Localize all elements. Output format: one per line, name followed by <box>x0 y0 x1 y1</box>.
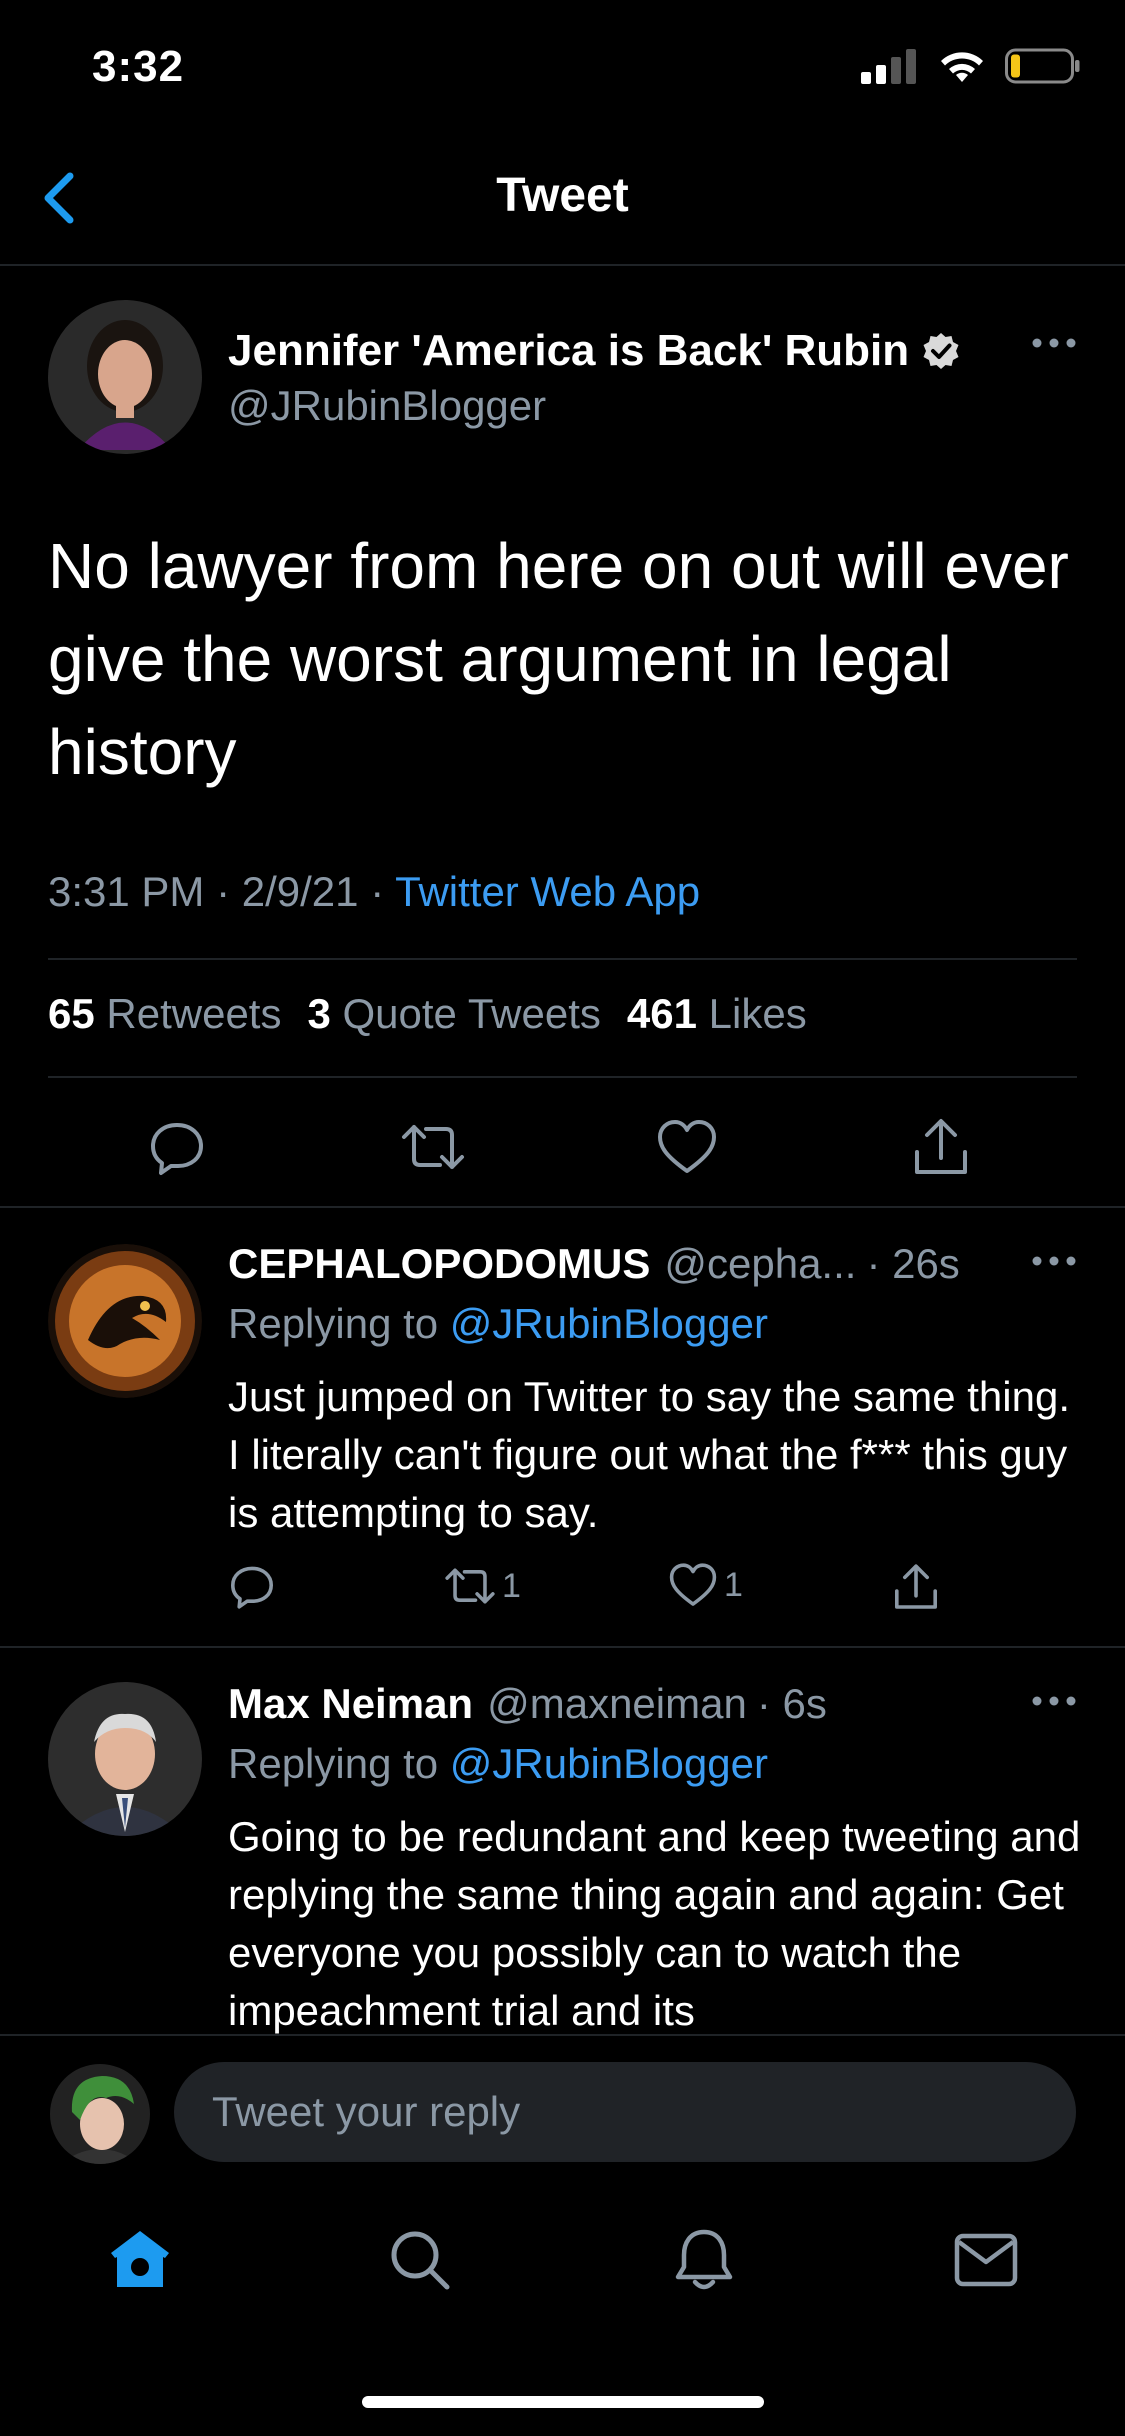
more-icon <box>1032 338 1076 348</box>
author-handle[interactable]: @JRubinBlogger <box>228 382 546 430</box>
reply-icon <box>231 1566 273 1609</box>
status-icons <box>861 48 1081 84</box>
wifi-icon <box>941 52 983 82</box>
actions-divider <box>0 1206 1125 1208</box>
tweet-actions <box>0 1112 1125 1182</box>
reply-handle[interactable]: @maxneiman <box>487 1680 747 1728</box>
reply-like-button[interactable]: 1 <box>668 1562 743 1608</box>
stats-divider <box>48 1076 1077 1078</box>
author-name[interactable]: Jennifer 'America is Back' Rubin <box>228 326 961 376</box>
replying-prefix: Replying to <box>228 1740 450 1787</box>
retweets-stat[interactable]: 65 Retweets <box>48 990 281 1037</box>
quote-tweets-stat[interactable]: 3 Quote Tweets <box>307 990 600 1037</box>
reply-text: Going to be redundant and keep tweeting … <box>228 1813 1081 2034</box>
like-icon <box>669 1563 717 1606</box>
likes-stat[interactable]: 461 Likes <box>627 990 807 1037</box>
share-icon <box>895 1564 937 1609</box>
reply-handle[interactable]: @cepha... <box>664 1240 856 1288</box>
reply-divider <box>0 1646 1125 1648</box>
meta-divider <box>48 958 1077 960</box>
likes-count: 461 <box>626 990 697 1037</box>
replying-to-link[interactable]: @JRubinBlogger <box>450 1740 768 1787</box>
tab-notifications[interactable] <box>664 2220 744 2300</box>
messages-icon <box>954 2233 1018 2287</box>
reply-text: Just jumped on Twitter to say the same t… <box>228 1373 1070 1536</box>
meta-separator: · <box>204 868 242 915</box>
author-avatar[interactable] <box>48 300 202 454</box>
reply-retweet-button[interactable]: 1 <box>444 1562 521 1610</box>
likes-label: Likes <box>708 990 807 1037</box>
tweet-source-link[interactable]: Twitter Web App <box>395 868 700 915</box>
reply-author-name[interactable]: CEPHALOPODOMUS <box>228 1240 650 1288</box>
reply-input[interactable] <box>174 2062 1076 2162</box>
author-name-text: Jennifer 'America is Back' Rubin <box>228 326 910 375</box>
page-title: Tweet <box>496 169 629 222</box>
tab-messages[interactable] <box>946 2220 1026 2300</box>
reply-icon <box>151 1123 203 1175</box>
status-time: 3:32 <box>92 42 185 91</box>
meta-separator: · <box>358 868 396 915</box>
reply-button[interactable] <box>142 1112 212 1182</box>
quote-label: Quote Tweets <box>342 990 601 1037</box>
search-icon <box>391 2231 450 2290</box>
more-icon <box>1032 1256 1076 1266</box>
reply-actions: 1 1 <box>228 1562 988 1618</box>
notifications-icon <box>675 2229 733 2290</box>
reply-time: · 26s <box>866 1240 960 1287</box>
more-icon <box>1032 1696 1076 1706</box>
like-icon <box>658 1120 716 1173</box>
battery-icon <box>1005 48 1080 84</box>
tweet-stats: 65 Retweets 3 Quote Tweets 461 Likes <box>48 990 807 1038</box>
reply-more-button[interactable] <box>1031 1254 1077 1272</box>
tweet-time: 3:31 PM <box>48 868 205 915</box>
like-button[interactable] <box>652 1112 722 1182</box>
reply-header: Max Neiman @maxneiman · 6s <box>228 1680 827 1728</box>
reply-author-name[interactable]: Max Neiman <box>228 1680 473 1728</box>
retweet-icon <box>402 1125 464 1169</box>
home-indicator[interactable] <box>362 2396 764 2408</box>
retweets-count: 65 <box>48 990 95 1037</box>
signal-icon <box>861 49 916 84</box>
retweet-button[interactable] <box>398 1112 468 1182</box>
share-icon <box>915 1119 967 1174</box>
quote-count: 3 <box>307 990 331 1037</box>
reply-like-count: 1 <box>724 1565 743 1604</box>
verified-badge-icon <box>923 333 959 369</box>
tweet-date: 2/9/21 <box>241 868 359 915</box>
replying-to-link[interactable]: @JRubinBlogger <box>450 1300 768 1347</box>
home-icon <box>111 2231 169 2287</box>
my-avatar[interactable] <box>50 2064 150 2164</box>
replying-to: Replying to @JRubinBlogger <box>228 1740 768 1788</box>
reply-reply-button[interactable] <box>228 1562 276 1610</box>
retweet-icon <box>445 1568 495 1604</box>
tab-home[interactable] <box>100 2220 180 2300</box>
header-divider <box>0 264 1125 266</box>
reply-retweet-count: 1 <box>502 1566 521 1605</box>
reply-header: CEPHALOPODOMUS @cepha... · 26s <box>228 1240 960 1288</box>
reply-avatar[interactable] <box>48 1682 202 1836</box>
reply-avatar[interactable] <box>48 1244 202 1398</box>
retweets-label: Retweets <box>106 990 282 1037</box>
reply-time: · 6s <box>756 1680 827 1727</box>
replying-to: Replying to @JRubinBlogger <box>228 1300 768 1348</box>
tab-search[interactable] <box>380 2220 460 2300</box>
share-button[interactable] <box>906 1112 976 1182</box>
tweet-text: No lawyer from here on out will ever giv… <box>48 530 1069 788</box>
replying-prefix: Replying to <box>228 1300 450 1347</box>
reply-share-button[interactable] <box>892 1562 940 1612</box>
tweet-meta: 3:31 PM · 2/9/21 · Twitter Web App <box>48 868 700 916</box>
tweet-more-button[interactable] <box>1031 336 1077 354</box>
reply-more-button[interactable] <box>1031 1694 1077 1712</box>
compose-divider <box>0 2034 1125 2036</box>
